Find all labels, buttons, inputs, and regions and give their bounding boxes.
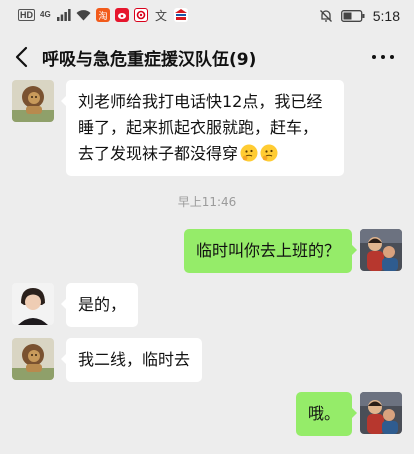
message-text-5: 哦。 [307,404,340,423]
status-left-icons: HD 4G 淘 文 [18,8,188,23]
my-avatar-2[interactable] [360,392,402,434]
status-time: 5:18 [372,8,400,24]
message-bubble-2[interactable]: 临时叫你去上班的？ [183,229,358,273]
message-bubble-5[interactable]: 哦。 [295,392,358,436]
hd-icon: HD [18,9,35,21]
sender-avatar-woman[interactable] [12,283,54,325]
netease-icon [134,8,148,22]
woman-avatar [12,283,54,325]
more-button[interactable] [370,46,396,68]
sender-avatar-lion[interactable] [12,80,54,122]
network-type-label: 4G [40,10,51,19]
thinking-emoji [240,144,258,162]
bank-icon [174,8,188,22]
weibo-icon [115,8,129,22]
sender-avatar-lion-2[interactable] [12,338,54,380]
mute-icon [319,10,332,22]
text-app-icon: 文 [154,8,167,23]
more-dots-icon [372,55,376,59]
message-text-2: 临时叫你去上班的？ [195,241,340,260]
battery-icon [340,10,365,22]
my-avatar[interactable] [360,229,402,271]
lion-avatar [12,80,54,122]
lion-avatar [12,338,54,380]
message-text-3: 是的， [78,295,127,314]
message-bubble-4[interactable]: 我二线，临时去 [60,338,203,382]
signal-icon [57,9,71,21]
message-text-1: 刘老师给我打电话快12点，我已经睡了，起来抓起衣服就跑，赶车，去了发现袜子都没得… [78,92,323,163]
back-arrow-icon [15,46,28,68]
chat-timestamp: 早上11:46 [177,195,237,209]
photo-avatar [360,229,402,271]
wifi-icon [76,10,91,21]
chat-title: 呼吸与急危重症援汉队伍(9) [42,50,257,70]
taobao-icon: 淘 [96,8,110,22]
message-bubble-1[interactable]: 刘老师给我打电话快12点，我已经睡了，起来抓起衣服就跑，赶车，去了发现袜子都没得… [61,80,344,176]
message-text-4: 我二线，临时去 [78,350,191,369]
photo-avatar [360,392,402,434]
status-bar: HD 4G 淘 文 5:18 [0,0,414,32]
message-bubble-3[interactable]: 是的， [60,283,139,327]
chat-header: 呼吸与急危重症援汉队伍(9) [0,32,414,84]
thinking-emoji [260,144,278,162]
status-right-icons: 5:18 [319,8,400,24]
back-button[interactable] [10,44,36,70]
